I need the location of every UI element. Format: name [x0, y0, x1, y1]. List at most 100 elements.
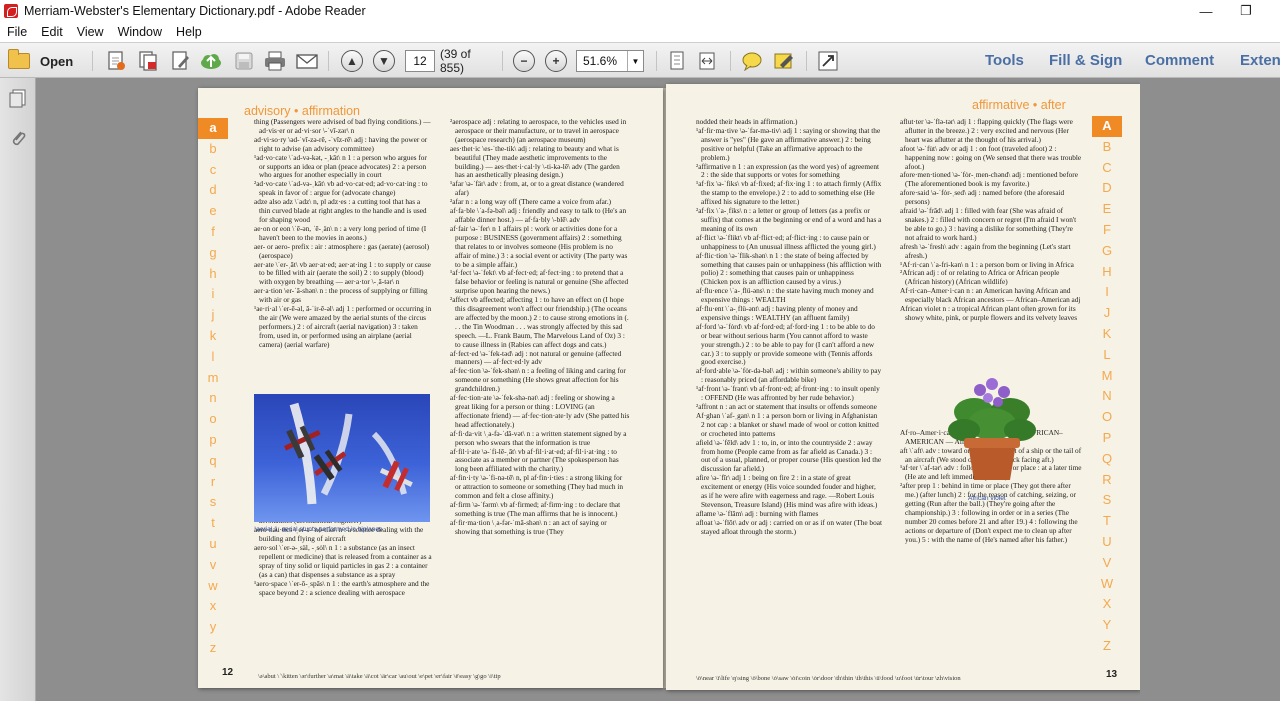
dictionary-entry: African violet n : a tropical African pl… [900, 304, 1078, 322]
alphabet-tabs: abcdefghijklmnopqrstuvwxyz [198, 118, 228, 659]
email-button[interactable] [294, 49, 320, 73]
highlight-button[interactable] [772, 49, 796, 73]
zoom-out-button[interactable]: − [512, 49, 536, 73]
comment-bubble-icon [742, 52, 762, 71]
entry-column-2: ²aerospace adj : relating to aerospace, … [450, 117, 630, 537]
dictionary-entry: Af·ghan \ˈaf-ˌgan\ n 1 : a person born o… [696, 410, 879, 438]
photo-caption: ¹aerial 1: aerial stunts performed in bi… [254, 526, 383, 533]
menu-view[interactable]: View [70, 25, 111, 39]
comment-button[interactable]: Comment [1145, 52, 1214, 69]
dictionary-entry: afresh \ə-ˈfresh\ adv : again from the b… [900, 241, 1071, 260]
extend-button[interactable]: Exten [1240, 52, 1280, 69]
tab-b: B [1102, 138, 1112, 154]
menu-file[interactable]: File [0, 25, 34, 39]
zoom-dropdown[interactable]: 51.6% ▼ [575, 49, 645, 73]
tab-n: N [1102, 388, 1112, 404]
toolbar-separator [328, 51, 329, 71]
restore-button[interactable]: ❐ [1228, 0, 1264, 22]
dictionary-entry: ¹ae·ri·al \ˈer-ē-əl, ā-ˈir-ē-əl\ adj 1 :… [254, 304, 432, 349]
fit-width-icon [699, 52, 715, 70]
cloud-upload-icon [201, 54, 221, 69]
dictionary-entry: Af·ri·can–Amer·i·can n : an American hav… [900, 286, 1081, 305]
tab-a: a [198, 118, 228, 139]
navigation-pane [0, 78, 36, 701]
printer-icon [265, 51, 285, 71]
open-button[interactable]: Open [8, 49, 80, 73]
tab-c: c [209, 161, 217, 177]
tab-r: R [1102, 471, 1112, 487]
window-title: Merriam-Webster's Elementary Dictionary.… [24, 4, 366, 18]
adobe-reader-icon [4, 4, 18, 18]
dictionary-entry: aflut·ter \ə-ˈflə-tər\ adj 1 : flapping … [900, 117, 1073, 144]
tab-i: i [211, 286, 215, 302]
dictionary-entry: af·fa·ble \ˈa-fə-bəl\ adj : friendly and… [450, 206, 627, 224]
page-number: 13 [1106, 669, 1118, 680]
combine-files-button[interactable] [136, 49, 160, 73]
dictionary-entry: ²African adj : of or relating to Africa … [900, 268, 1060, 287]
upload-button[interactable] [198, 49, 224, 73]
zoom-in-button[interactable]: + [544, 49, 568, 73]
tools-button[interactable]: Tools [985, 52, 1024, 69]
menu-window[interactable]: Window [111, 25, 169, 39]
alphabet-tabs: ABCDEFGHIJKLMNOPQRSTUVWXYZ [1092, 116, 1122, 657]
minus-icon: − [513, 50, 535, 72]
dictionary-entry: afoot \ə-ˈfu̇t\ adv or adj 1 : on foot (… [900, 143, 1082, 171]
tab-v: v [209, 556, 217, 572]
full-screen-button[interactable] [816, 49, 840, 73]
dictionary-entry: ¹ad·vo·cate \ˈad-və-kət, -ˌkāt\ n 1 : a … [254, 152, 427, 180]
tab-n: n [209, 390, 217, 406]
page-number-value[interactable]: 12 [405, 50, 435, 72]
fit-width-button[interactable] [696, 49, 718, 73]
print-button[interactable] [262, 49, 288, 73]
tab-f: f [211, 223, 215, 239]
tab-k: k [209, 327, 217, 343]
tab-j: J [1103, 305, 1111, 321]
dictionary-entry: aero·sol \ˈer-ə-ˌsäl, -ˌsȯl\ n 1 : a sub… [254, 543, 432, 579]
tab-x: x [209, 598, 217, 614]
create-pdf-button[interactable] [104, 49, 128, 73]
page-thumbnails-icon[interactable] [9, 88, 27, 108]
tab-z: Z [1103, 637, 1111, 653]
minimize-button[interactable]: — [1188, 0, 1224, 22]
menu-help[interactable]: Help [169, 25, 209, 39]
dictionary-entry: ¹afar \ə-ˈfär\ adv : from, at, or to a g… [450, 179, 624, 198]
edit-document-icon [172, 51, 189, 70]
dictionary-entry: af·fin·i·ty \ə-ˈfi-nə-tē\ n, pl af·fin·i… [450, 473, 623, 501]
next-page-button[interactable]: ▼ [372, 49, 396, 73]
envelope-icon [296, 54, 318, 69]
tab-t: T [1103, 513, 1111, 529]
chevron-down-icon[interactable]: ▼ [627, 51, 643, 71]
tab-q: Q [1101, 450, 1113, 466]
arrow-down-icon: ▼ [373, 50, 395, 72]
menu-edit[interactable]: Edit [34, 25, 70, 39]
tab-e: E [1102, 201, 1112, 217]
tab-r: r [210, 473, 216, 489]
tab-o: O [1101, 409, 1113, 425]
edit-pdf-button[interactable] [168, 49, 192, 73]
sticky-note-button[interactable] [740, 49, 764, 73]
title-bar: Merriam-Webster's Elementary Dictionary.… [0, 0, 1280, 22]
page-number-input[interactable]: 12 [404, 49, 436, 73]
previous-page-button[interactable]: ▲ [340, 49, 364, 73]
dictionary-entry: afire \ə-ˈfīr\ adj 1 : being on fire 2 :… [696, 473, 878, 509]
fill-sign-button[interactable]: Fill & Sign [1049, 52, 1122, 69]
attachments-icon[interactable] [9, 128, 27, 148]
biplanes-photo [254, 394, 430, 522]
dictionary-entry: afore·said \ə-ˈfȯr-ˌsed\ adj : named bef… [900, 188, 1065, 207]
right-gray-margin [1140, 78, 1280, 701]
save-button[interactable] [232, 49, 256, 73]
dictionary-entry: ad·vi·so·ry \əd-ˈvī-zə-rē, -ˈvīz-rē\ adj… [254, 134, 428, 153]
dictionary-entry: aer·a·tion \er-ˈā-shən\ n : the process … [254, 286, 428, 305]
arrow-up-icon: ▲ [341, 50, 363, 72]
page-count: (39 of 855) [440, 47, 496, 75]
tab-i: I [1105, 284, 1109, 300]
tab-f: F [1103, 221, 1111, 237]
dictionary-entry: ¹aero·space \ˈer-ō-ˌspās\ n 1 : the eart… [254, 578, 430, 597]
dictionary-entry: ²after prep 1 : behind in time or place … [900, 481, 1078, 544]
toolbar-separator [656, 51, 657, 71]
document-workspace[interactable]: advisory • affirmation abcdefghijklmnopq… [0, 78, 1280, 701]
dictionary-entry: af·flict \ə-ˈflikt\ vb af·flict·ed; af·f… [696, 232, 876, 251]
tab-y: y [209, 619, 217, 635]
fit-page-button[interactable] [666, 49, 688, 73]
tab-a: A [1092, 116, 1122, 137]
